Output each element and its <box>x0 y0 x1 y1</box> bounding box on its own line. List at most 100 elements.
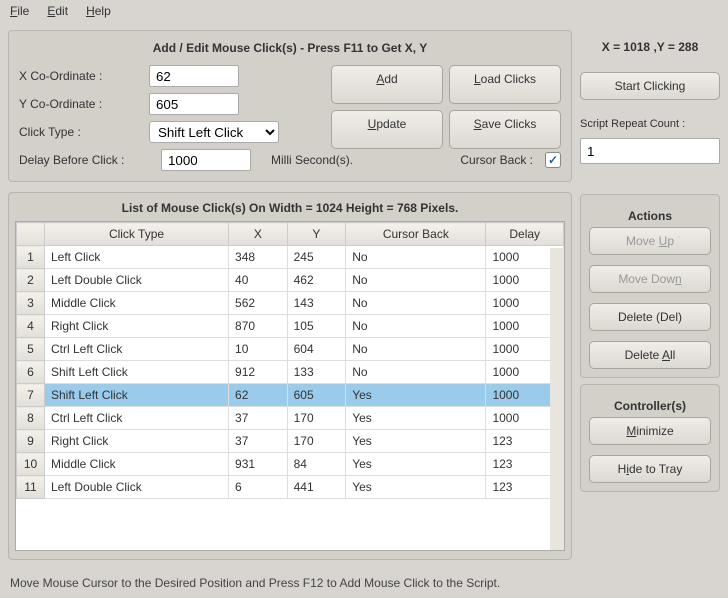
cell-type: Right Click <box>45 315 229 338</box>
row-number: 4 <box>17 315 45 338</box>
cell-x: 912 <box>229 361 288 384</box>
list-title: List of Mouse Click(s) On Width = 1024 H… <box>15 201 565 215</box>
add-edit-panel: Add / Edit Mouse Click(s) - Press F11 to… <box>8 30 572 182</box>
controllers-panel: Controller(s) Minimize Hide to Tray <box>580 384 720 492</box>
x-label: X Co-Ordinate : <box>19 69 149 83</box>
menubar: File Edit Help <box>0 0 728 22</box>
cell-cb: Yes <box>346 476 486 499</box>
repeat-input[interactable] <box>580 138 720 164</box>
cursor-back-label: Cursor Back : <box>460 153 533 167</box>
row-number: 8 <box>17 407 45 430</box>
cell-x: 37 <box>229 407 288 430</box>
vertical-scrollbar[interactable] <box>550 248 564 550</box>
cell-y: 84 <box>287 453 346 476</box>
cell-type: Middle Click <box>45 292 229 315</box>
table-row[interactable]: 11 Left Double Click 6 441 Yes 123 <box>17 476 564 499</box>
cell-cb: No <box>346 361 486 384</box>
cell-cb: Yes <box>346 384 486 407</box>
row-number: 9 <box>17 430 45 453</box>
cell-x: 562 <box>229 292 288 315</box>
row-number: 3 <box>17 292 45 315</box>
table-row[interactable]: 8 Ctrl Left Click 37 170 Yes 1000 <box>17 407 564 430</box>
controllers-label: Controller(s) <box>589 399 711 413</box>
cell-y: 105 <box>287 315 346 338</box>
row-number: 5 <box>17 338 45 361</box>
delete-all-button[interactable]: Delete All <box>589 341 711 369</box>
cell-cb: No <box>346 338 486 361</box>
cell-cb: No <box>346 269 486 292</box>
move-up-button[interactable]: Move Up <box>589 227 711 255</box>
cell-x: 10 <box>229 338 288 361</box>
minimize-button[interactable]: Minimize <box>589 417 711 445</box>
table-row[interactable]: 5 Ctrl Left Click 10 604 No 1000 <box>17 338 564 361</box>
cell-x: 931 <box>229 453 288 476</box>
table-row[interactable]: 6 Shift Left Click 912 133 No 1000 <box>17 361 564 384</box>
delay-input[interactable] <box>161 149 251 171</box>
footer-hint: Move Mouse Cursor to the Desired Positio… <box>0 568 728 598</box>
delete-button[interactable]: Delete (Del) <box>589 303 711 331</box>
row-number: 10 <box>17 453 45 476</box>
cell-y: 170 <box>287 407 346 430</box>
col-cb[interactable]: Cursor Back <box>346 223 486 246</box>
cell-type: Shift Left Click <box>45 361 229 384</box>
add-button[interactable]: Add <box>331 65 443 104</box>
cell-type: Left Double Click <box>45 476 229 499</box>
cell-cb: No <box>346 292 486 315</box>
save-clicks-button[interactable]: Save Clicks <box>449 110 561 149</box>
cell-type: Middle Click <box>45 453 229 476</box>
x-input[interactable] <box>149 65 239 87</box>
cell-y: 143 <box>287 292 346 315</box>
cell-cb: Yes <box>346 453 486 476</box>
update-button[interactable]: Update <box>331 110 443 149</box>
delay-label: Delay Before Click : <box>19 153 149 167</box>
table-row[interactable]: 2 Left Double Click 40 462 No 1000 <box>17 269 564 292</box>
table-row[interactable]: 10 Middle Click 931 84 Yes 123 <box>17 453 564 476</box>
menu-edit[interactable]: Edit <box>47 4 68 18</box>
move-down-button[interactable]: Move Down <box>589 265 711 293</box>
row-number: 7 <box>17 384 45 407</box>
table-row[interactable]: 4 Right Click 870 105 No 1000 <box>17 315 564 338</box>
col-y[interactable]: Y <box>287 223 346 246</box>
click-table[interactable]: Click Type X Y Cursor Back Delay 1 Left … <box>15 221 565 551</box>
y-input[interactable] <box>149 93 239 115</box>
col-type[interactable]: Click Type <box>45 223 229 246</box>
table-row[interactable]: 9 Right Click 37 170 Yes 123 <box>17 430 564 453</box>
cell-x: 870 <box>229 315 288 338</box>
hide-to-tray-button[interactable]: Hide to Tray <box>589 455 711 483</box>
cell-x: 40 <box>229 269 288 292</box>
cell-y: 604 <box>287 338 346 361</box>
cell-type: Right Click <box>45 430 229 453</box>
cell-y: 133 <box>287 361 346 384</box>
load-clicks-button[interactable]: Load Clicks <box>449 65 561 104</box>
table-row[interactable]: 3 Middle Click 562 143 No 1000 <box>17 292 564 315</box>
cell-y: 245 <box>287 246 346 269</box>
col-delay[interactable]: Delay <box>486 223 564 246</box>
cell-type: Left Double Click <box>45 269 229 292</box>
row-number: 2 <box>17 269 45 292</box>
start-clicking-button[interactable]: Start Clicking <box>580 72 720 100</box>
y-label: Y Co-Ordinate : <box>19 97 149 111</box>
cell-cb: No <box>346 246 486 269</box>
col-x[interactable]: X <box>229 223 288 246</box>
cell-y: 462 <box>287 269 346 292</box>
list-panel: List of Mouse Click(s) On Width = 1024 H… <box>8 192 572 560</box>
cell-type: Shift Left Click <box>45 384 229 407</box>
table-row[interactable]: 1 Left Click 348 245 No 1000 <box>17 246 564 269</box>
table-row[interactable]: 7 Shift Left Click 62 605 Yes 1000 <box>17 384 564 407</box>
cell-cb: No <box>346 315 486 338</box>
menu-help[interactable]: Help <box>86 4 111 18</box>
cursor-back-checkbox[interactable]: ✓ <box>545 152 561 168</box>
add-edit-title: Add / Edit Mouse Click(s) - Press F11 to… <box>19 41 561 55</box>
ms-label: Milli Second(s). <box>271 153 353 167</box>
menu-file[interactable]: File <box>10 4 29 18</box>
cell-y: 441 <box>287 476 346 499</box>
cell-x: 62 <box>229 384 288 407</box>
row-number: 1 <box>17 246 45 269</box>
cell-type: Left Click <box>45 246 229 269</box>
cell-x: 6 <box>229 476 288 499</box>
cell-y: 605 <box>287 384 346 407</box>
actions-panel: Actions Move Up Move Down Delete (Del) D… <box>580 194 720 378</box>
click-type-select[interactable]: Shift Left Click <box>149 121 279 143</box>
cell-x: 348 <box>229 246 288 269</box>
cell-cb: Yes <box>346 430 486 453</box>
